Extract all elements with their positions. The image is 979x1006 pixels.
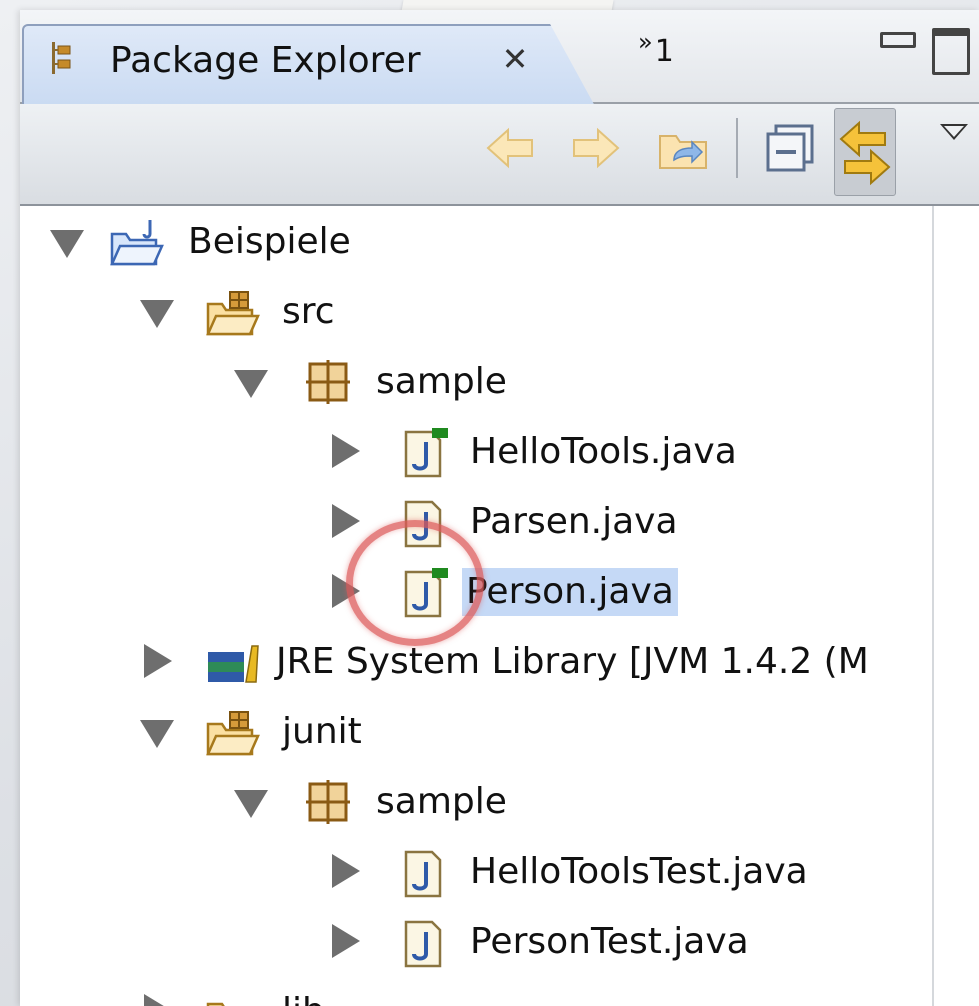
expanded-triangle-icon[interactable] <box>140 300 174 328</box>
tree-item-hellotools-java[interactable]: HelloTools.java <box>20 420 920 488</box>
collapsed-triangle-icon[interactable] <box>332 574 360 608</box>
double-chevron-icon: » <box>638 28 653 56</box>
collapse-all-icon[interactable] <box>762 118 822 178</box>
collapsed-triangle-icon[interactable] <box>332 504 360 538</box>
tree-item-label: sample <box>376 361 507 402</box>
package-explorer-icon <box>50 40 76 76</box>
tree-item-src[interactable]: src <box>20 280 920 348</box>
view-tab-bar: Package Explorer ✕ »1 <box>20 10 979 108</box>
tree-item-hellotoolstest-java[interactable]: HelloToolsTest.java <box>20 840 920 908</box>
tree-item-junit[interactable]: junit <box>20 700 920 768</box>
tree-item-label: Parsen.java <box>470 501 678 542</box>
collapsed-triangle-icon[interactable] <box>332 924 360 958</box>
expanded-triangle-icon[interactable] <box>234 370 268 398</box>
tree-item-label: HelloToolsTest.java <box>470 851 808 892</box>
up-folder-icon[interactable] <box>654 118 714 178</box>
view-toolbar <box>20 104 979 206</box>
expanded-triangle-icon[interactable] <box>234 790 268 818</box>
tree-item-label: PersonTest.java <box>470 921 749 962</box>
tree-item-label: src <box>282 291 335 332</box>
package-icon <box>300 776 356 830</box>
project-folder-icon <box>108 216 164 270</box>
view-menu-icon[interactable] <box>940 124 968 140</box>
package-tree: Beispiele src sample HelloTools.java Par… <box>20 206 934 1006</box>
java-file-icon <box>396 846 452 900</box>
toolbar-separator <box>736 118 738 178</box>
tree-item-beispiele[interactable]: Beispiele <box>20 210 920 278</box>
tree-item-label: Beispiele <box>188 221 351 262</box>
java-file-icon <box>396 566 452 620</box>
maximize-icon[interactable] <box>932 28 970 75</box>
minimize-icon[interactable] <box>880 32 916 48</box>
tab-title: Package Explorer <box>110 40 421 81</box>
tree-item-label: junit <box>282 711 362 752</box>
folder-icon <box>204 986 260 1006</box>
tree-item-label: Person.java <box>462 568 678 616</box>
overflow-count: 1 <box>654 34 674 69</box>
collapsed-triangle-icon[interactable] <box>144 994 172 1006</box>
tree-item-sample[interactable]: sample <box>20 770 920 838</box>
library-icon <box>206 636 262 690</box>
package-explorer-view: Package Explorer ✕ »1 Beispiele src samp… <box>20 10 979 1006</box>
tree-item-label: sample <box>376 781 507 822</box>
tree-item-label: HelloTools.java <box>470 431 737 472</box>
expanded-triangle-icon[interactable] <box>140 720 174 748</box>
source-folder-icon <box>204 286 260 340</box>
back-arrow-icon[interactable] <box>480 118 540 178</box>
tree-item-label: lib <box>278 988 329 1006</box>
link-with-editor-icon[interactable] <box>834 108 896 196</box>
tree-item-lib[interactable]: lib <box>20 980 920 1006</box>
close-icon[interactable]: ✕ <box>498 42 532 76</box>
source-folder-icon <box>204 706 260 760</box>
tree-item-persontest-java[interactable]: PersonTest.java <box>20 910 920 978</box>
forward-arrow-icon[interactable] <box>566 118 626 178</box>
package-icon <box>300 356 356 410</box>
java-file-icon <box>396 426 452 480</box>
tree-item-person-java[interactable]: Person.java <box>20 560 920 628</box>
tab-overflow-button[interactable]: »1 <box>638 28 674 69</box>
java-file-icon <box>396 916 452 970</box>
collapsed-triangle-icon[interactable] <box>332 854 360 888</box>
tree-item-parsen-java[interactable]: Parsen.java <box>20 490 920 558</box>
tree-item-sample[interactable]: sample <box>20 350 920 418</box>
expanded-triangle-icon[interactable] <box>50 230 84 258</box>
collapsed-triangle-icon[interactable] <box>144 644 172 678</box>
tree-item-label: JRE System Library [JVM 1.4.2 (M <box>276 641 869 682</box>
tree-item-jre-system-library[interactable]: JRE System Library [JVM 1.4.2 (M <box>20 630 932 698</box>
java-file-icon <box>396 496 452 550</box>
collapsed-triangle-icon[interactable] <box>332 434 360 468</box>
